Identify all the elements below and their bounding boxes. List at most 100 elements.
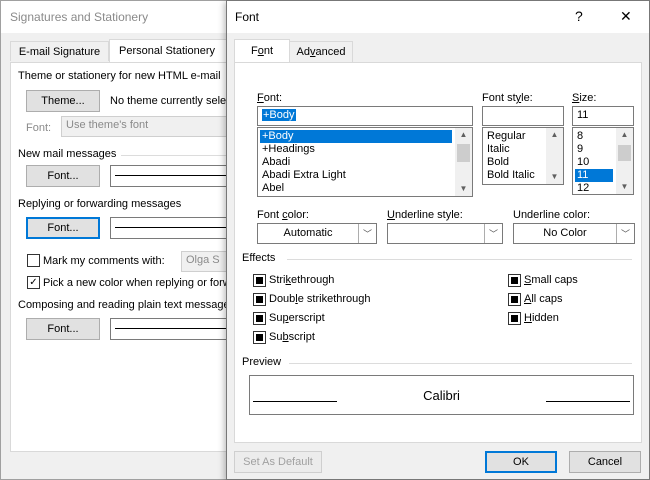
superscript-checkbox[interactable] [253, 312, 266, 325]
font-color-combo[interactable]: Automatic ﹀ [257, 223, 377, 244]
font-dialog-title: Font [235, 10, 260, 24]
font-select-value: Use theme's font [66, 119, 149, 131]
subscript-checkbox[interactable] [253, 331, 266, 344]
font-list-item[interactable]: +Headings [260, 143, 452, 156]
preview-separator [289, 363, 632, 364]
size-list-scrollbar[interactable]: ▲ ▼ [616, 128, 633, 194]
size-list-item[interactable]: 9 [575, 143, 613, 156]
strikethrough-checkbox[interactable] [253, 274, 266, 287]
hidden-label: Hidden [524, 312, 559, 324]
size-list-item[interactable]: 10 [575, 156, 613, 169]
style-list-scrollbar[interactable]: ▲ ▼ [546, 128, 563, 184]
mark-comments-label: Mark my comments with: [43, 255, 165, 267]
tab-email-signature-label: E-mail Signature [18, 46, 101, 58]
preview-line-right [546, 401, 630, 402]
style-list-item[interactable]: Bold Italic [485, 169, 543, 182]
scroll-down-icon[interactable]: ▼ [616, 180, 633, 194]
double-strikethrough-checkbox[interactable] [253, 293, 266, 306]
underline-style-label: Underline style: [387, 209, 463, 221]
chevron-down-icon: ﹀ [362, 229, 372, 239]
size-list[interactable]: 8 9 10 11 12 ▲ ▼ [572, 127, 634, 195]
size-list-item[interactable]: 12 [575, 182, 613, 194]
scroll-thumb[interactable] [618, 145, 631, 161]
ok-button[interactable]: OK [485, 451, 557, 473]
chevron-down-icon: ﹀ [620, 229, 630, 239]
subscript-label: Subscript [269, 331, 315, 343]
underline-color-combo[interactable]: No Color ﹀ [513, 223, 635, 244]
underline-color-value: No Color [543, 227, 587, 239]
font-label: Font: [26, 122, 52, 134]
font-list-scrollbar[interactable]: ▲ ▼ [455, 128, 472, 196]
tab-personal-stationery-label: Personal Stationery [119, 45, 215, 57]
size-value: 11 [577, 109, 589, 121]
size-list-item[interactable]: 8 [575, 130, 613, 143]
help-icon[interactable]: ? [575, 8, 583, 24]
font-list-item[interactable]: Abadi [260, 156, 452, 169]
mark-comments-checkbox[interactable] [27, 254, 40, 267]
size-list-item[interactable]: 11 [575, 169, 613, 182]
plain-text-font-button[interactable]: Font... [26, 318, 100, 340]
size-input[interactable]: 11 [572, 106, 634, 126]
close-icon[interactable]: ✕ [620, 8, 632, 25]
chevron-down-icon: ﹀ [488, 229, 498, 239]
superscript-label: Superscript [269, 312, 325, 324]
underline-style-dropdown[interactable]: ﹀ [484, 224, 502, 243]
style-list-item[interactable]: Regular [485, 130, 543, 143]
small-caps-label: Small caps [524, 274, 578, 286]
scroll-down-icon[interactable]: ▼ [546, 170, 563, 184]
cancel-button[interactable]: Cancel [569, 451, 641, 473]
plain-text-font-preview [110, 318, 240, 340]
font-list-item[interactable]: Abadi Extra Light [260, 169, 452, 182]
tab-email-signature[interactable]: E-mail Signature [10, 41, 109, 61]
underline-color-label: Underline color: [513, 209, 591, 221]
style-list-item[interactable]: Bold [485, 156, 543, 169]
font-select[interactable]: Use theme's font [61, 116, 241, 137]
font-color-dropdown[interactable]: ﹀ [358, 224, 376, 243]
font-color-label: Font color: [257, 209, 309, 221]
tab-font-label: Font [250, 45, 274, 57]
effects-heading: Effects [242, 252, 276, 264]
font-style-list[interactable]: Regular Italic Bold Bold Italic ▲ ▼ [482, 127, 564, 185]
checkmark-icon: ✓ [29, 277, 38, 288]
tab-font[interactable]: Font [234, 39, 290, 63]
underline-color-dropdown[interactable]: ﹀ [616, 224, 634, 243]
font-name-value: +Body [262, 109, 296, 121]
scroll-thumb[interactable] [457, 144, 470, 162]
scroll-up-icon[interactable]: ▲ [455, 128, 472, 142]
reply-font-preview [110, 217, 240, 239]
theme-heading: Theme or stationery for new HTML e-mail [18, 70, 221, 82]
tab-personal-stationery[interactable]: Personal Stationery [109, 39, 229, 63]
all-caps-checkbox[interactable] [508, 293, 521, 306]
font-color-value: Automatic [283, 227, 333, 239]
mark-comments-value: Olga S [186, 254, 220, 266]
tab-advanced[interactable]: Advanced [289, 41, 353, 62]
font-list-item[interactable]: Abel [260, 182, 452, 195]
scroll-down-icon[interactable]: ▼ [455, 182, 472, 196]
hidden-checkbox[interactable] [508, 312, 521, 325]
font-name-input[interactable]: +Body [257, 106, 473, 126]
pick-color-checkbox[interactable]: ✓ [27, 276, 40, 289]
style-list-item[interactable]: Italic [485, 143, 543, 156]
scroll-up-icon[interactable]: ▲ [546, 128, 563, 142]
scroll-up-icon[interactable]: ▲ [616, 128, 633, 142]
new-mail-heading: New mail messages [18, 148, 117, 160]
font-name-list[interactable]: +Body +Headings Abadi Abadi Extra Light Abel… [257, 127, 473, 197]
small-caps-checkbox[interactable] [508, 274, 521, 287]
tab-advanced-label: Advanced [296, 46, 346, 58]
composing-heading: Composing and reading plain text message… [18, 299, 236, 311]
theme-button[interactable]: Theme... [26, 90, 100, 112]
new-mail-separator [121, 155, 231, 156]
new-mail-font-button[interactable]: Font... [26, 165, 100, 187]
reply-font-button[interactable]: Font... [26, 217, 100, 239]
effects-separator [287, 259, 632, 260]
set-as-default-button[interactable]: Set As Default [234, 451, 322, 473]
font-style-label: Font style: [482, 92, 533, 104]
font-list-item[interactable]: +Body [260, 130, 452, 143]
font-dialog: Font ? ✕ Font Advanced Font: +Body +Body… [226, 0, 650, 480]
font-titlebar[interactable]: Font ? ✕ [227, 1, 649, 33]
font-style-input[interactable] [482, 106, 564, 126]
strikethrough-label: Strikethrough [269, 274, 335, 286]
preview-heading: Preview [242, 356, 282, 368]
underline-style-value [388, 224, 484, 243]
underline-style-combo[interactable]: ﹀ [387, 223, 503, 244]
